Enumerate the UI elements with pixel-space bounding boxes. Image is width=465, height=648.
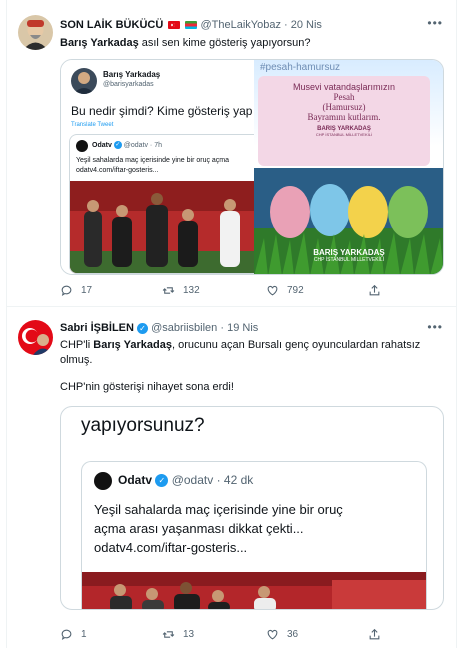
retweet-button[interactable]: 13 <box>162 628 194 641</box>
tweet-actions: 17 132 792 <box>60 284 390 300</box>
tweet-text-b: , orucunu açan Bursalı genç oyunculardan… <box>171 339 421 351</box>
like-icon <box>267 285 278 296</box>
flag-az-icon <box>185 21 198 30</box>
reply-icon <box>61 285 72 297</box>
reply-count: 17 <box>81 285 93 296</box>
avatar[interactable] <box>18 320 53 355</box>
avatar <box>71 68 97 94</box>
tweet-header: Sabri İŞBİLEN ✓ @sabriisbilen · 19 Nis <box>60 322 259 334</box>
tweet-text: Barış Yarkadaş asıl sen kime gösteriş ya… <box>60 36 311 51</box>
tweet-header: SON LAİK BÜKÜCÜ @TheLaikYobaz · 20 Nis <box>60 19 322 31</box>
inner-text-1: Yeşil sahalarda maç içerisinde yine bir … <box>94 502 343 517</box>
like-button[interactable]: 36 <box>266 628 298 641</box>
pesah-poster[interactable]: #pesah-hamursuz Musevi vatandaşlarımızın… <box>253 60 443 274</box>
inner-handle: @odatv · 42 dk <box>171 473 254 487</box>
timestamp[interactable]: 20 Nis <box>291 19 322 31</box>
tweet-text-c: olmuş. <box>60 354 93 366</box>
like-count: 792 <box>287 285 304 296</box>
tweet-media[interactable]: yapıyorsunuz? Odatv ✓ @odatv · 42 dk Yeş… <box>60 406 444 610</box>
more-icon[interactable]: ••• <box>427 16 443 30</box>
mention-bold: Barış Yarkadaş <box>60 37 139 49</box>
retweet-icon <box>162 287 175 294</box>
retweet-count: 132 <box>183 285 200 296</box>
tweet-text-d: CHP'nin gösterişi nihayet sona erdi! <box>60 381 234 393</box>
poster-sub: CHP İSTANBUL MİLLETVEKİLİ <box>315 132 373 137</box>
tweet-actions: 1 13 36 <box>60 628 390 644</box>
quoted-handle: @barisyarkadas <box>103 81 154 88</box>
verified-icon: ✓ <box>113 141 122 149</box>
inner-name: Odatv <box>92 141 112 149</box>
avatar[interactable] <box>18 15 53 50</box>
reply-icon <box>61 629 72 641</box>
inner-text-3: odatv4.com/iftar-gosteris... <box>94 540 248 555</box>
tweet-1[interactable]: SON LAİK BÜKÜCÜ @TheLaikYobaz · 20 Nis •… <box>6 0 457 307</box>
display-name[interactable]: SON LAİK BÜKÜCÜ <box>60 19 163 31</box>
poster-sub-bottom: CHP İSTANBUL MİLLETVEKİLİ <box>313 257 385 263</box>
retweet-count: 13 <box>183 629 195 640</box>
football-photo <box>70 181 255 273</box>
inner-handle: @odatv · 7h <box>123 141 162 149</box>
eggs-illustration: BARIŞ YARKADAŞ CHP İSTANBUL MİLLETVEKİLİ <box>253 168 443 274</box>
poster-line1: Musevi vatandaşlarımızın <box>292 82 395 92</box>
poster-card: Musevi vatandaşlarımızın Pesah (Hamursuz… <box>257 76 430 166</box>
inner-text-2: açma arası yaşanması dikkat çekti... <box>94 521 304 536</box>
share-button[interactable] <box>368 284 381 297</box>
poster-hashtag: #pesah-hamursuz <box>259 62 341 73</box>
tweet-2[interactable]: Sabri İŞBİLEN ✓ @sabriisbilen · 19 Nis •… <box>6 308 457 648</box>
media-top-text: yapıyorsunuz? <box>81 415 205 436</box>
share-button[interactable] <box>368 628 381 641</box>
verified-icon: ✓ <box>137 322 149 334</box>
poster-line4: Bayramını kutlarım. <box>307 112 381 122</box>
odatv-logo <box>94 472 112 490</box>
share-icon <box>369 284 380 296</box>
poster-line2: Pesah <box>333 92 355 102</box>
inner-name: Odatv <box>118 473 153 487</box>
poster-line3: (Hamursuz) <box>322 102 366 112</box>
more-icon[interactable]: ••• <box>427 320 443 334</box>
like-button[interactable]: 792 <box>266 284 304 297</box>
reply-count: 1 <box>81 629 87 640</box>
quoted-screenshot[interactable]: Barış Yarkadaş @barisyarkadas Bu nedir ş… <box>61 60 255 274</box>
odatv-logo <box>76 140 88 152</box>
mention-bold: Barış Yarkadaş <box>93 339 172 351</box>
inner-quote: Odatv ✓ @odatv · 7h Yeşil sahalarda maç … <box>69 134 255 274</box>
quoted-name: Barış Yarkadaş <box>103 70 161 79</box>
poster-name-bottom: BARIŞ YARKADAŞ <box>313 248 385 257</box>
reply-button[interactable]: 1 <box>60 628 87 641</box>
tweet-text-a: CHP'li <box>60 339 94 351</box>
translate-link: Translate Tweet <box>71 122 114 128</box>
tweet-media[interactable]: Barış Yarkadaş @barisyarkadas Bu nedir ş… <box>60 59 444 275</box>
quoted-text: Bu nedir şimdi? Kime gösteriş yap <box>71 104 253 118</box>
like-icon <box>267 629 278 640</box>
share-icon <box>369 628 380 640</box>
football-photo <box>82 572 426 609</box>
flag-tr-icon <box>168 21 181 30</box>
inner-quote: Odatv ✓ @odatv · 42 dk Yeşil sahalarda m… <box>81 461 427 609</box>
handle[interactable]: @sabriisbilen <box>151 322 217 334</box>
tweet-text-rest: asıl sen kime gösteriş yapıyorsun? <box>138 37 311 49</box>
retweet-icon <box>162 631 175 638</box>
handle[interactable]: @TheLaikYobaz <box>200 19 280 31</box>
like-count: 36 <box>287 629 299 640</box>
retweet-button[interactable]: 132 <box>162 284 200 297</box>
display-name[interactable]: Sabri İŞBİLEN <box>60 322 134 334</box>
verified-icon: ✓ <box>155 474 169 488</box>
inner-text-2: odatv4.com/iftar-gosteris... <box>76 167 159 174</box>
inner-text-1: Yeşil sahalarda maç içerisinde yine bir … <box>76 157 230 164</box>
reply-button[interactable]: 17 <box>60 284 92 297</box>
tweet-text: CHP'li Barış Yarkadaş, orucunu açan Burs… <box>60 338 440 395</box>
timestamp[interactable]: 19 Nis <box>227 322 258 334</box>
